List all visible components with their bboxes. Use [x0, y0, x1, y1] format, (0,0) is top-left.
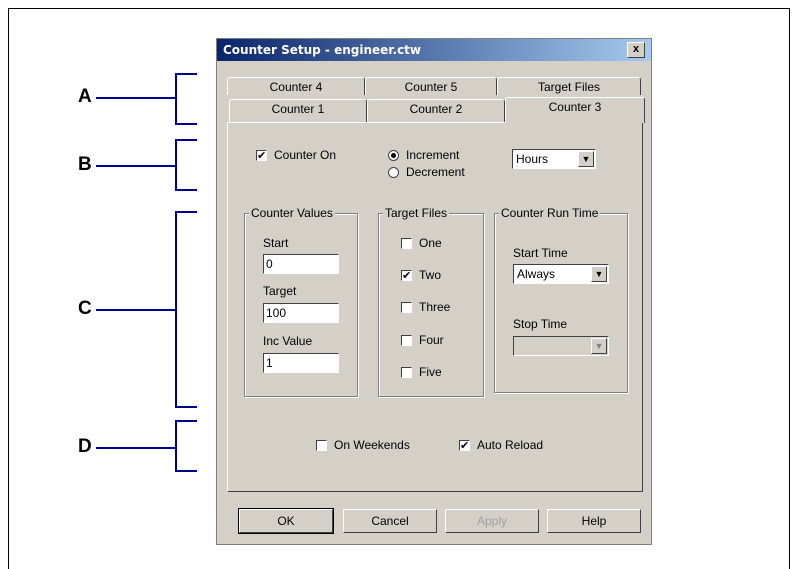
counter-run-time-title: Counter Run Time	[499, 206, 601, 220]
target-file-two-checkbox[interactable]: ✔	[401, 270, 412, 282]
start-time-label: Start Time	[513, 246, 568, 260]
tab-counter-3[interactable]: Counter 3	[505, 97, 645, 123]
tab-counter-2[interactable]: Counter 2	[367, 99, 505, 122]
inc-value-label: Inc Value	[263, 334, 313, 348]
annotation-a-bracket	[175, 73, 197, 125]
tab-counter-1[interactable]: Counter 1	[229, 99, 367, 122]
target-file-four-label: Four	[419, 333, 444, 347]
stop-time-select: ▼	[513, 336, 609, 356]
target-file-four-checkbox[interactable]	[401, 335, 412, 346]
help-button[interactable]: Help	[547, 509, 641, 533]
tab-label: Counter 3	[548, 100, 602, 114]
auto-reload-checkbox[interactable]: ✔	[459, 440, 470, 452]
frame-top-line	[8, 8, 790, 9]
tab-label: Counter 1	[271, 102, 325, 116]
counter-run-time-group: Counter Run Time Start Time Always ▼ Sto…	[494, 206, 628, 393]
close-button[interactable]: x	[627, 42, 645, 58]
target-file-one-label: One	[419, 236, 442, 250]
tab-label: Counter 2	[409, 102, 463, 116]
target-file-one-checkbox[interactable]	[401, 238, 412, 249]
start-time-select[interactable]: Always ▼	[513, 264, 609, 284]
target-file-three-label: Three	[419, 300, 451, 314]
cancel-button[interactable]: Cancel	[343, 509, 437, 533]
title-bar[interactable]: Counter Setup - engineer.ctw x	[217, 39, 651, 61]
target-label: Target	[263, 284, 297, 298]
counter-on-checkbox[interactable]: ✔	[256, 150, 267, 162]
chevron-down-icon: ▼	[591, 338, 607, 354]
annotation-b-line	[96, 165, 176, 167]
stop-time-label: Stop Time	[513, 317, 568, 331]
annotation-c-bracket	[175, 211, 197, 408]
tab-counter-5[interactable]: Counter 5	[365, 77, 497, 95]
annotation-b: B	[78, 154, 92, 175]
on-weekends-checkbox[interactable]	[316, 440, 327, 451]
units-value: Hours	[516, 152, 549, 166]
annotation-a-line	[96, 97, 176, 99]
target-file-three-checkbox[interactable]	[401, 302, 412, 313]
counter-values-title: Counter Values	[249, 206, 335, 220]
start-input[interactable]: 0	[263, 254, 339, 274]
annotation-b-bracket	[175, 139, 197, 191]
annotation-a: A	[78, 86, 92, 107]
target-file-five-checkbox[interactable]	[401, 367, 412, 378]
frame-right-line	[789, 8, 790, 569]
inc-value-input[interactable]: 1	[263, 353, 339, 373]
target-input[interactable]: 100	[263, 303, 339, 323]
start-time-value: Always	[517, 267, 556, 281]
radio-selected-dot	[391, 153, 396, 158]
start-label: Start	[263, 236, 289, 250]
tab-counter-4[interactable]: Counter 4	[227, 77, 365, 95]
counter-on-label: Counter On	[274, 148, 337, 162]
dialog-title: Counter Setup - engineer.ctw	[223, 43, 421, 57]
increment-radio[interactable]	[388, 150, 399, 161]
annotation-c-line	[96, 309, 176, 311]
apply-button: Apply	[445, 509, 539, 533]
counter-values-group: Counter Values Start 0 Target 100 Inc Va…	[244, 206, 358, 397]
annotation-d-line	[96, 447, 176, 449]
auto-reload-label: Auto Reload	[477, 438, 544, 452]
on-weekends-label: On Weekends	[334, 438, 410, 452]
tab-panel: ✔ Counter On Increment Decrement Hours ▼…	[227, 122, 643, 492]
increment-label: Increment	[406, 148, 460, 162]
tab-target-files[interactable]: Target Files	[497, 77, 641, 95]
decrement-radio[interactable]	[388, 167, 399, 178]
close-icon: x	[632, 43, 640, 55]
counter-setup-dialog: Counter Setup - engineer.ctw x Counter 4…	[216, 38, 652, 545]
tab-label: Counter 5	[404, 80, 458, 94]
ok-button[interactable]: OK	[238, 508, 334, 534]
chevron-down-icon[interactable]: ▼	[591, 266, 607, 282]
annotation-d: D	[78, 436, 92, 457]
frame-left-line	[8, 8, 9, 569]
decrement-label: Decrement	[406, 165, 465, 179]
units-select[interactable]: Hours ▼	[512, 149, 596, 169]
target-file-two-label: Two	[419, 268, 442, 282]
chevron-down-icon[interactable]: ▼	[578, 151, 594, 167]
annotation-d-bracket	[175, 420, 197, 472]
target-files-group: Target Files One ✔ Two Three Four Five	[378, 206, 484, 397]
target-file-five-label: Five	[419, 365, 442, 379]
annotation-c: C	[78, 298, 92, 319]
tab-label: Counter 4	[269, 80, 323, 94]
tab-label: Target Files	[537, 80, 601, 94]
target-files-title: Target Files	[383, 206, 450, 220]
